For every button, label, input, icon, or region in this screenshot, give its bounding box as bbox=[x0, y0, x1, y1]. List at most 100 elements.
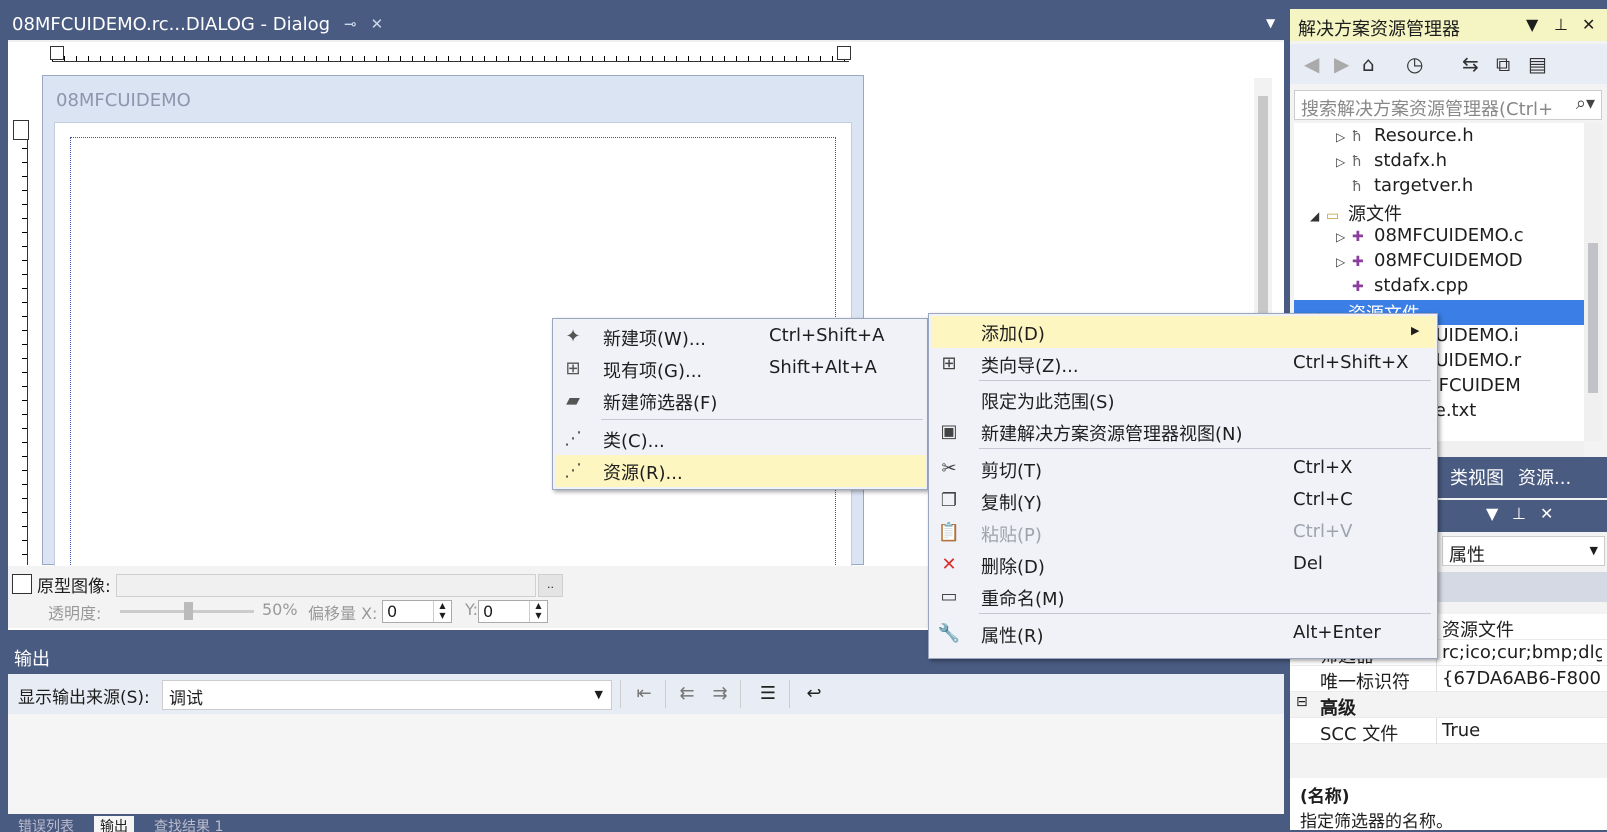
menu-item-label: 新建项(W)... bbox=[603, 329, 707, 350]
context-menu-item[interactable]: 📋 粘贴(P) Ctrl+V bbox=[931, 517, 1435, 549]
tree-item[interactable]: ▷ ✚ 08MFCUIDEMO.c bbox=[1294, 225, 1584, 250]
context-menu-item[interactable]: 🔧 属性(R) Alt+Enter bbox=[931, 618, 1435, 650]
chevron-down-icon: ▼ bbox=[594, 688, 603, 701]
window-menu-icon[interactable]: ▼ bbox=[1486, 504, 1498, 523]
submenu-arrow-icon: ▶ bbox=[1411, 324, 1420, 337]
submenu-item[interactable]: ⊞ 现有项(G)... Shift+Alt+A bbox=[555, 353, 925, 385]
description-name: (名称) bbox=[1300, 787, 1350, 807]
expander-icon[interactable]: ▷ bbox=[1336, 230, 1352, 244]
menu-item-label: 新建筛选器(F) bbox=[603, 393, 718, 414]
close-icon[interactable]: ✕ bbox=[1582, 15, 1595, 34]
back-icon[interactable]: ◀ bbox=[1304, 52, 1319, 76]
collapse-all-icon[interactable]: ⧉ bbox=[1496, 52, 1510, 76]
context-menu-item[interactable]: ✂ 剪切(T) Ctrl+X bbox=[931, 453, 1435, 485]
tab-class-view[interactable]: 类视图 bbox=[1450, 464, 1504, 490]
menu-separator bbox=[979, 613, 1431, 614]
class-icon: ⋰ bbox=[564, 428, 582, 449]
property-key: SCC 文件 bbox=[1320, 724, 1399, 745]
output-source-select[interactable]: 调试 ▼ bbox=[162, 680, 612, 710]
ruler-top-handle[interactable] bbox=[13, 120, 29, 140]
properties-object-select[interactable]: 属性 ▼ bbox=[1442, 536, 1605, 566]
window-menu-icon[interactable]: ▼ bbox=[1526, 15, 1538, 34]
ruler-left-handle[interactable] bbox=[50, 46, 64, 60]
context-menu-item[interactable]: ⊞ 类向导(Z)... Ctrl+Shift+X bbox=[931, 348, 1435, 380]
scrollbar-thumb[interactable] bbox=[1588, 243, 1598, 393]
expander-icon[interactable]: ▷ bbox=[1336, 255, 1352, 269]
opacity-slider-thumb[interactable] bbox=[184, 602, 193, 620]
tree-item[interactable]: ◢ ▭ 源文件 bbox=[1294, 200, 1584, 225]
submenu-item[interactable]: ⋰ 类(C)... bbox=[555, 423, 925, 455]
home-icon[interactable]: ⌂ bbox=[1362, 52, 1375, 76]
close-icon[interactable]: ✕ bbox=[371, 15, 384, 33]
property-group-advanced[interactable]: ⊟ 高级 bbox=[1290, 692, 1607, 719]
submenu-item[interactable]: ✦ 新建项(W)... Ctrl+Shift+A bbox=[555, 321, 925, 353]
output-text-area[interactable] bbox=[8, 714, 1284, 814]
new-filter-icon: ▰ bbox=[566, 390, 580, 411]
context-menu-item[interactable]: ✕ 删除(D) Del bbox=[931, 549, 1435, 581]
expander-icon[interactable]: ▷ bbox=[1336, 130, 1352, 144]
collapse-icon[interactable]: ⊟ bbox=[1296, 694, 1308, 710]
pending-changes-icon[interactable]: ◷ bbox=[1406, 52, 1423, 76]
spinner-arrows-icon[interactable]: ▲ ▼ bbox=[433, 601, 451, 622]
submenu-item[interactable]: ▰ 新建筛选器(F) bbox=[555, 385, 925, 417]
tree-item[interactable]: ▷ ħ stdafx.h bbox=[1294, 150, 1584, 175]
ruler-right-handle[interactable] bbox=[837, 46, 851, 60]
submenu-item[interactable]: ⋰ 资源(R)... bbox=[555, 455, 925, 487]
property-value[interactable]: 资源文件 bbox=[1442, 616, 1602, 642]
new-item-icon: ✦ bbox=[565, 326, 581, 347]
offset-x-spinner[interactable]: 0 ▲ ▼ bbox=[382, 600, 452, 623]
context-menu-item[interactable]: ▭ 重命名(M) bbox=[931, 581, 1435, 613]
output-vertical-scrollbar[interactable] bbox=[1256, 716, 1274, 808]
solution-explorer-title-bar: 解决方案资源管理器 ▼ ⊥ ✕ bbox=[1290, 9, 1607, 41]
solution-tree-vertical-scrollbar[interactable] bbox=[1584, 123, 1602, 441]
vertical-ruler[interactable] bbox=[13, 120, 29, 565]
tree-item[interactable]: ▷ ✚ 08MFCUIDEMOD bbox=[1294, 250, 1584, 275]
properties-icon: 🔧 bbox=[937, 623, 961, 644]
sync-icon[interactable]: ⇆ bbox=[1462, 52, 1479, 76]
pin-icon[interactable]: ⊥ bbox=[1554, 15, 1568, 34]
close-icon[interactable]: ✕ bbox=[1540, 504, 1553, 523]
prototype-image-path-input[interactable] bbox=[116, 574, 536, 597]
properties-icon[interactable]: ▤ bbox=[1528, 52, 1547, 76]
tab-dropdown-icon[interactable]: ▼ bbox=[1266, 16, 1275, 30]
property-value[interactable]: {67DA6AB6-F800 bbox=[1442, 668, 1602, 689]
forward-icon[interactable]: ▶ bbox=[1334, 52, 1349, 76]
horizontal-ruler[interactable] bbox=[50, 46, 851, 62]
next-message-icon[interactable]: ⇉ bbox=[706, 680, 734, 708]
property-value[interactable]: True bbox=[1442, 720, 1602, 741]
context-menu-item[interactable]: 限定为此范围(S) bbox=[931, 384, 1435, 416]
menu-item-shortcut: Ctrl+X bbox=[1293, 457, 1353, 478]
property-row-uid[interactable]: 唯一标识符 {67DA6AB6-F800 bbox=[1290, 666, 1607, 693]
expander-icon[interactable]: ▷ bbox=[1336, 155, 1352, 169]
menu-item-label: 重命名(M) bbox=[981, 589, 1065, 610]
header-file-icon: ħ bbox=[1352, 179, 1362, 195]
context-menu-item[interactable]: ❐ 复制(Y) Ctrl+C bbox=[931, 485, 1435, 517]
prototype-image-checkbox[interactable] bbox=[12, 574, 32, 594]
menu-item-shortcut: Ctrl+C bbox=[1293, 489, 1353, 510]
tree-item-label: targetver.h bbox=[1374, 175, 1474, 196]
offset-y-spinner[interactable]: 0 ▲ ▼ bbox=[478, 600, 548, 623]
pin-icon[interactable]: ⊸ bbox=[344, 15, 357, 33]
property-row-scc[interactable]: SCC 文件 True bbox=[1290, 718, 1607, 745]
goto-message-icon[interactable]: ⇤ bbox=[630, 680, 658, 708]
context-menu-item[interactable]: 添加(D) ▶ bbox=[931, 316, 1435, 348]
tab-resource-view[interactable]: 资源... bbox=[1518, 464, 1571, 490]
spinner-arrows-icon[interactable]: ▲ ▼ bbox=[529, 601, 547, 622]
context-menu-item[interactable]: ▣ 新建解决方案资源管理器视图(N) bbox=[931, 416, 1435, 448]
pin-icon[interactable]: ⊥ bbox=[1512, 504, 1526, 523]
menu-item-label: 复制(Y) bbox=[981, 493, 1043, 514]
word-wrap-icon[interactable]: ↩ bbox=[800, 680, 828, 708]
bottom-tab-strip: 错误列表 输出 查找结果 1 bbox=[8, 814, 1284, 832]
solution-explorer-search-input[interactable]: 搜索解决方案资源管理器(Ctrl+ ⌕▾ bbox=[1294, 90, 1602, 120]
add-submenu: ✦ 新建项(W)... Ctrl+Shift+A ⊞ 现有项(G)... Shift+Al… bbox=[552, 318, 928, 490]
tree-item[interactable]: ✚ stdafx.cpp bbox=[1294, 275, 1584, 300]
expander-icon[interactable]: ◢ bbox=[1310, 209, 1326, 223]
clear-all-icon[interactable]: ☰ bbox=[754, 680, 782, 708]
document-tab[interactable]: 08MFCUIDEMO.rc...DIALOG - Dialog ⊸ ✕ bbox=[8, 9, 398, 39]
property-value[interactable]: rc;ico;cur;bmp;dlg bbox=[1442, 642, 1602, 663]
previous-message-icon[interactable]: ⇇ bbox=[673, 680, 701, 708]
tree-item[interactable]: ▷ ħ Resource.h bbox=[1294, 125, 1584, 150]
search-icon[interactable]: ⌕▾ bbox=[1576, 93, 1595, 114]
tree-item[interactable]: ħ targetver.h bbox=[1294, 175, 1584, 200]
browse-button[interactable]: .. bbox=[538, 574, 563, 597]
